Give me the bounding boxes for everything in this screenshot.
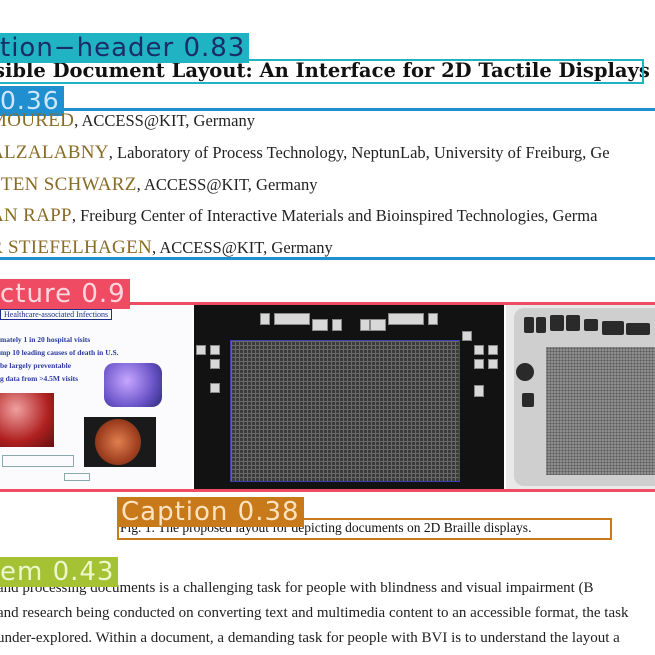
- author-name: ALZALABNY: [0, 142, 109, 163]
- author-affiliation: , Laboratory of Process Technology, Nept…: [108, 143, 610, 162]
- caption-detection-label: Caption 0.38: [117, 497, 304, 527]
- author-affiliation: , Freiburg Center of Interactive Materia…: [71, 206, 598, 225]
- author-affiliation: , ACCESS@KIT, Germany: [136, 175, 318, 194]
- author-affiliation: , ACCESS@KIT, Germany: [152, 238, 333, 257]
- author-affiliation: , ACCESS@KIT, Germany: [74, 111, 255, 130]
- author-line: AN RAPP, Freiburg Center of Interactive …: [0, 205, 597, 227]
- author-name: AN RAPP: [0, 205, 72, 226]
- section-header-detection-label: tion−header 0.83: [0, 33, 250, 63]
- body-text-line: under-explored. Within a document, a dem…: [0, 630, 620, 646]
- author-line: MOURED, ACCESS@KIT, Germany: [0, 110, 255, 132]
- author-name: STEN SCHWARZ: [0, 174, 137, 195]
- author-name: R STIEFELHAGEN: [0, 237, 152, 258]
- picture-detection-label: cture 0.9: [0, 279, 130, 309]
- author-line: ALZALABNY, Laboratory of Process Technol…: [0, 142, 610, 164]
- list-item-detection-label: em 0.43: [0, 557, 119, 587]
- author-name: MOURED: [0, 110, 75, 131]
- author-line: STEN SCHWARZ, ACCESS@KIT, Germany: [0, 174, 317, 196]
- author-line: R STIEFELHAGEN, ACCESS@KIT, Germany: [0, 237, 333, 259]
- picture-detection-box: [0, 302, 655, 492]
- body-text-line: and research being conducted on converti…: [0, 605, 629, 621]
